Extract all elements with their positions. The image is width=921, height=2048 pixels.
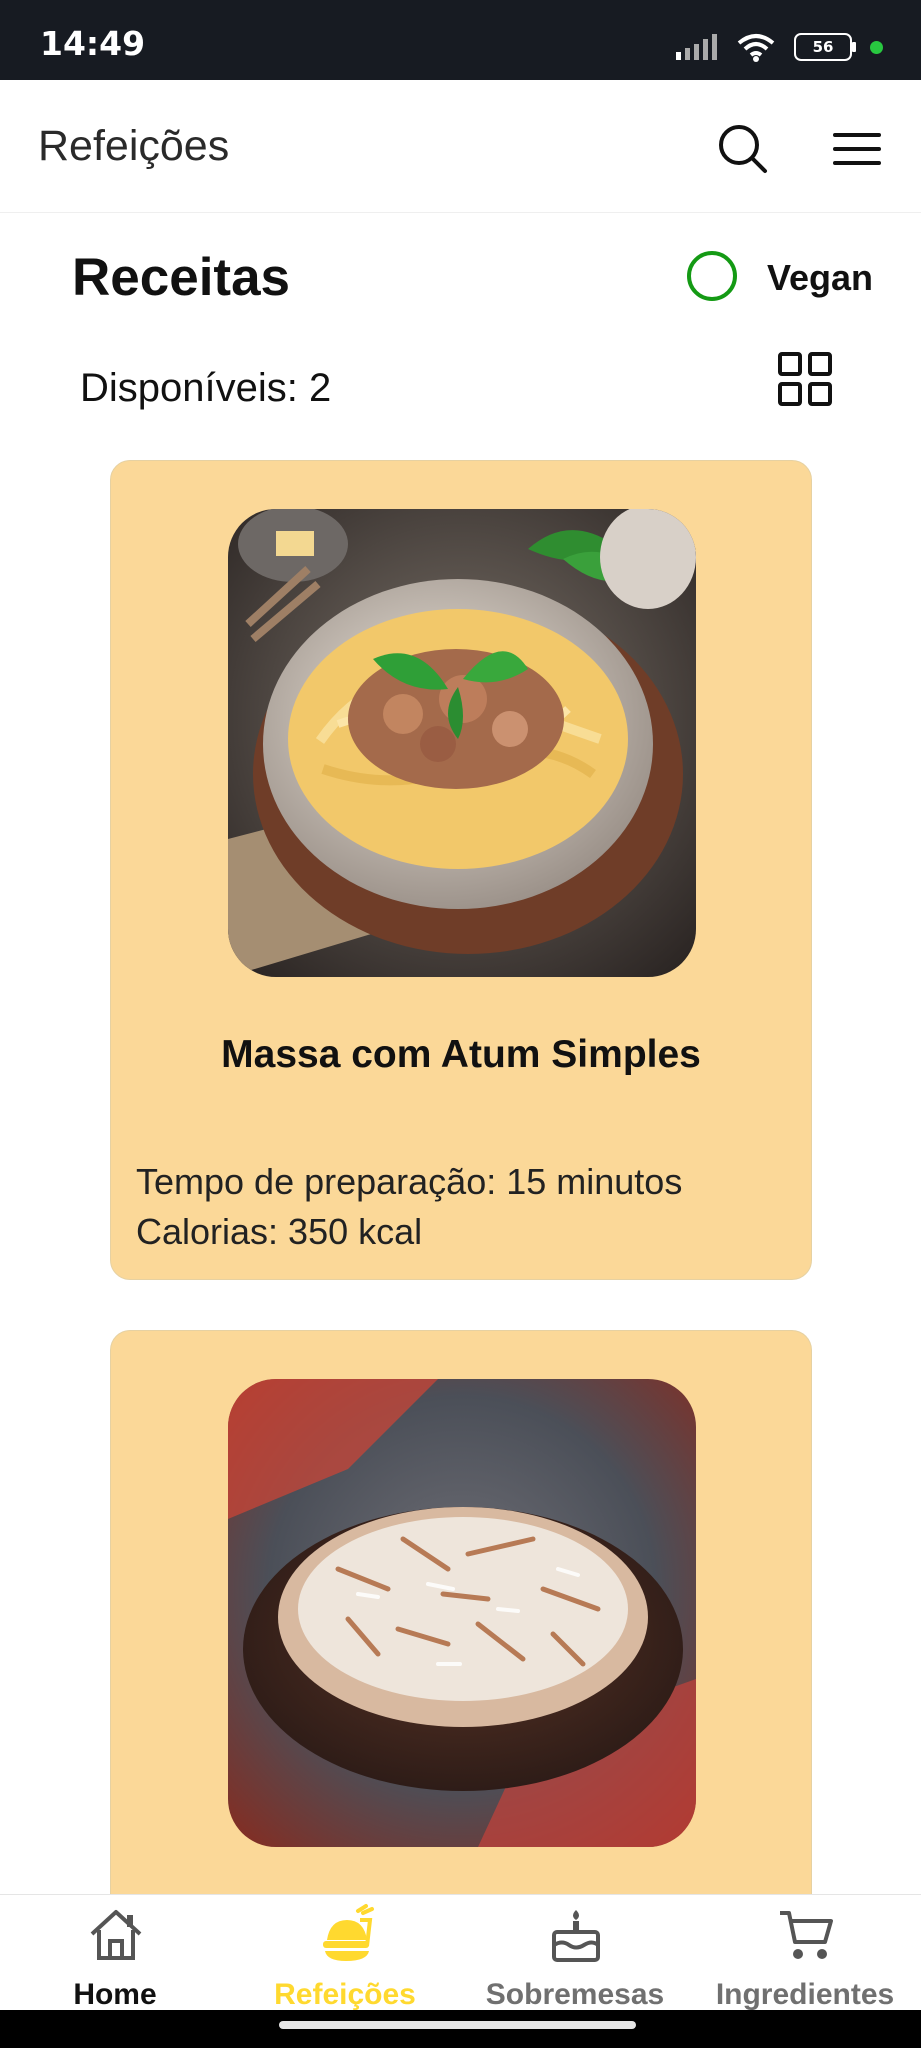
- page-title: Refeições: [38, 122, 230, 170]
- recipes-title: Receitas: [72, 248, 291, 307]
- wifi-icon: [737, 34, 775, 62]
- vegan-label: Vegan: [767, 257, 874, 298]
- privacy-dot-icon: [870, 40, 883, 54]
- pasta-image: [228, 509, 696, 977]
- grid-icon[interactable]: [776, 350, 834, 408]
- vegan-toggle[interactable]: [687, 251, 737, 301]
- home-icon: [90, 1910, 142, 1960]
- preparation-time: Tempo de preparação: 15 minutos: [136, 1161, 683, 1202]
- bottom-navigation: Home Refeições Sobremesas Ingredientes: [0, 1894, 921, 2011]
- cart-icon: [780, 1911, 833, 1959]
- status-time: 14:49: [40, 24, 146, 63]
- status-icons: 56: [674, 27, 883, 67]
- home-gesture-handle[interactable]: [279, 2021, 636, 2029]
- hamburger-menu-icon[interactable]: [832, 124, 882, 174]
- rice-image: [228, 1379, 696, 1847]
- battery-icon: 56: [794, 33, 856, 61]
- recipe-title: Massa com Atum Simples: [221, 1033, 701, 1076]
- recipe-card[interactable]: [110, 1330, 812, 1992]
- nav-refeicoes[interactable]: Refeições: [230, 1895, 460, 2011]
- nav-refeicoes-label: Refeições: [274, 1978, 416, 2011]
- nav-sobremesas[interactable]: Sobremesas: [460, 1895, 690, 2011]
- status-bar: 14:49 56: [0, 0, 921, 80]
- nav-sobremesas-label: Sobremesas: [485, 1978, 665, 2011]
- nav-home[interactable]: Home: [0, 1895, 230, 2011]
- available-count: Disponíveis: 2: [80, 366, 332, 410]
- nav-ingredientes[interactable]: Ingredientes: [690, 1895, 920, 2011]
- calories: Calorias: 350 kcal: [136, 1211, 423, 1252]
- app-header: Refeições: [0, 80, 921, 213]
- nav-ingredientes-label: Ingredientes: [715, 1978, 895, 2011]
- search-icon[interactable]: [714, 120, 770, 176]
- recipe-card[interactable]: Massa com Atum Simples Tempo de preparaç…: [110, 460, 812, 1280]
- cake-icon: [552, 1910, 600, 1962]
- gesture-bar: [0, 2010, 921, 2048]
- signal-icon: [676, 34, 717, 60]
- meal-icon: [323, 1904, 374, 1961]
- nav-home-label: Home: [73, 1978, 157, 2011]
